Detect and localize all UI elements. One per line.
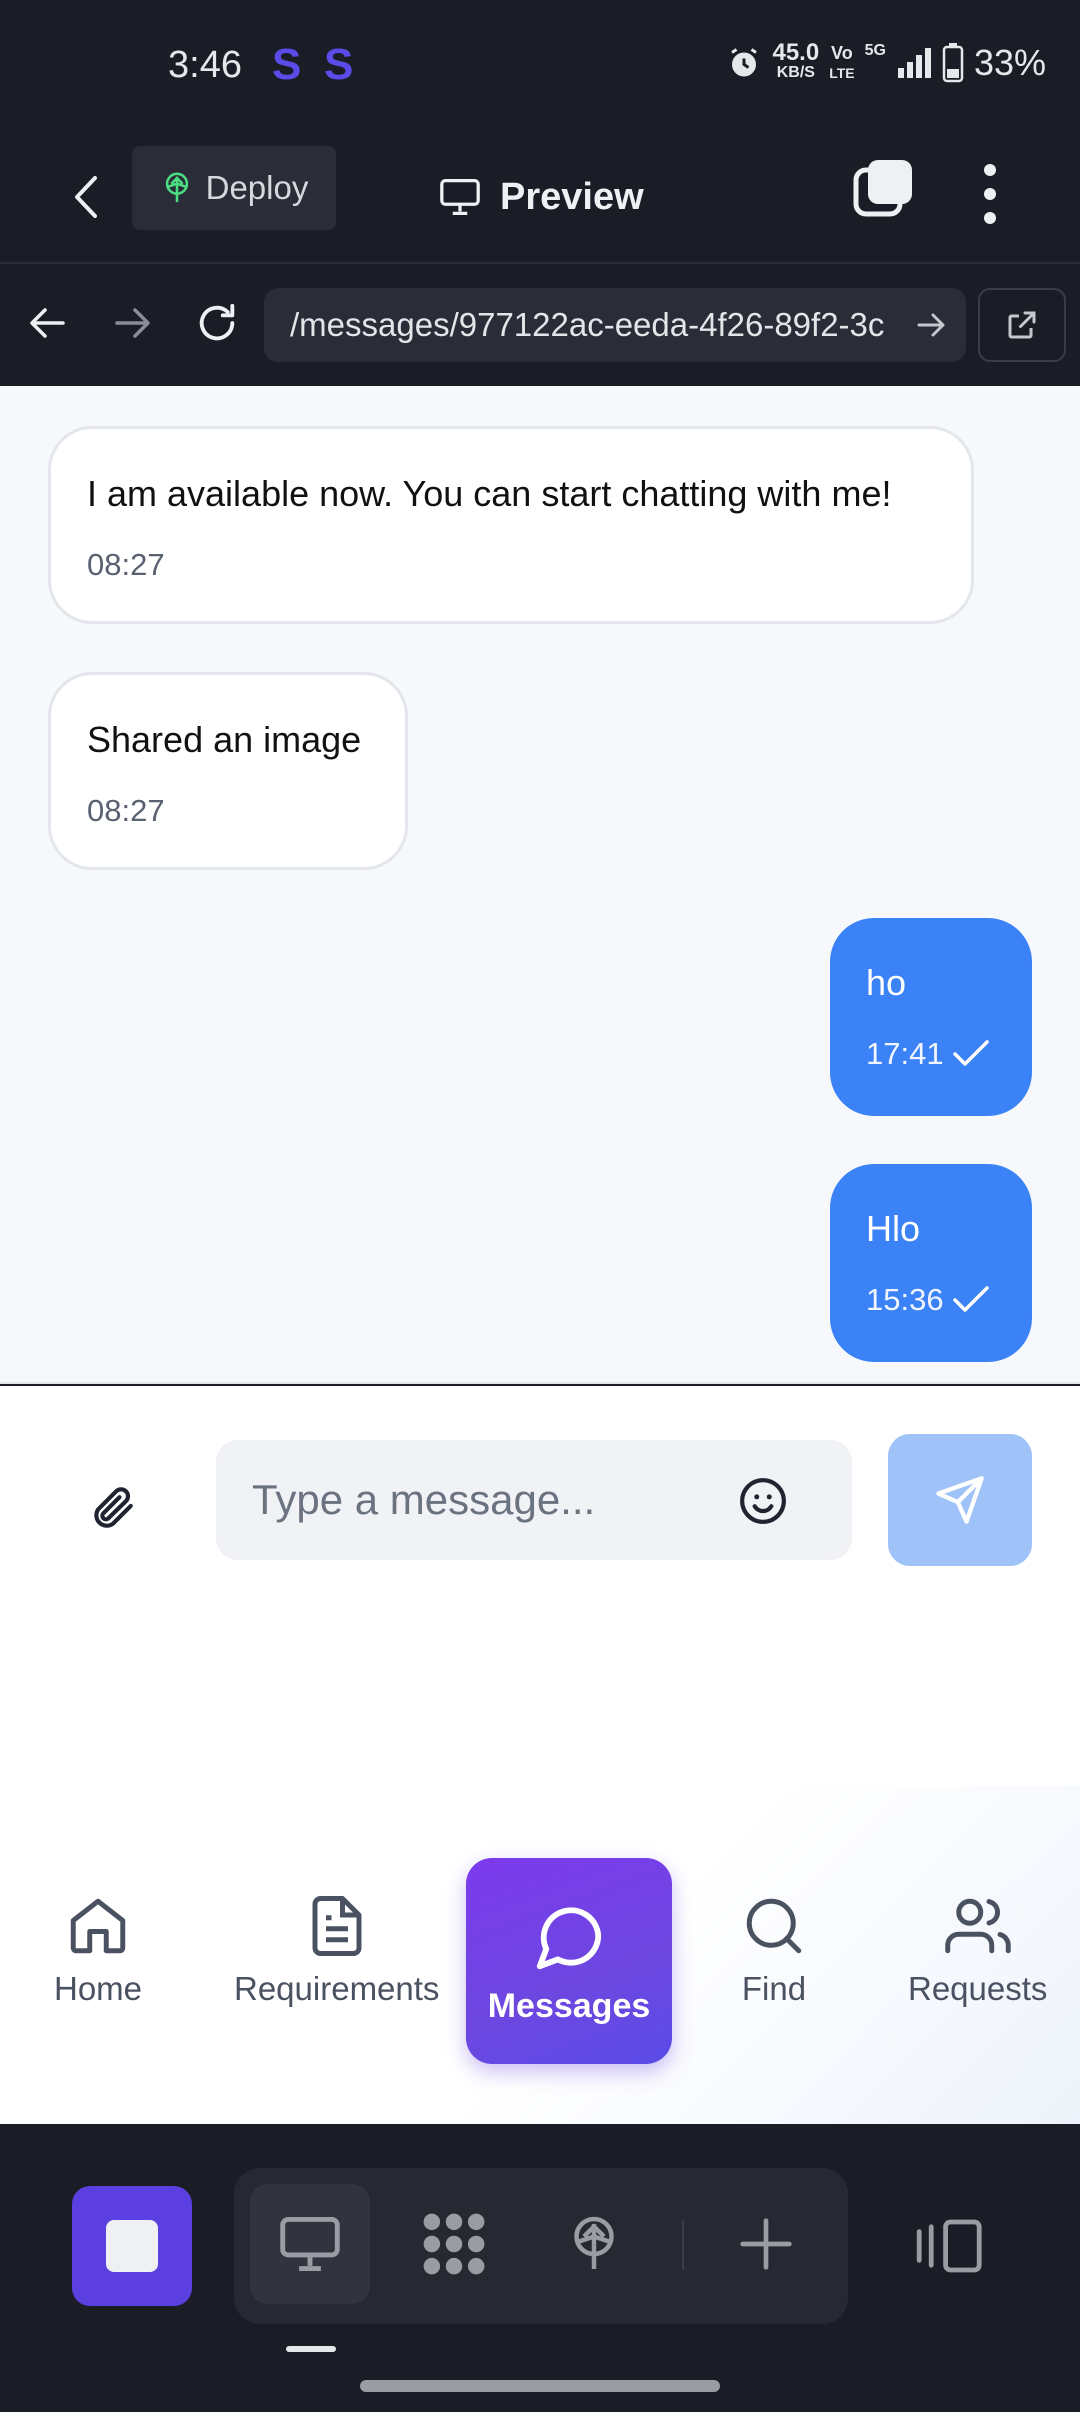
- preview-toggle[interactable]: Preview: [438, 160, 644, 234]
- status-time: 3:46: [168, 44, 242, 86]
- dock-toolbar: [234, 2168, 848, 2324]
- url-text: /messages/977122ac-eeda-4f26-89f2-3c: [290, 306, 885, 343]
- message-bubble-incoming: Shared an image 08:27: [48, 672, 408, 870]
- active-indicator: [286, 2346, 336, 2352]
- check-icon: [952, 1286, 989, 1312]
- reload-icon: [199, 303, 235, 341]
- more-dot-icon: [984, 212, 996, 224]
- document-icon: [312, 1896, 362, 1956]
- deploy-label: Deploy: [205, 169, 309, 206]
- message-bubble-outgoing: Hlo 15:36: [830, 1164, 1032, 1362]
- users-icon: [944, 1898, 1011, 1954]
- dock-panel-button[interactable]: [906, 2194, 990, 2298]
- dock-workspace-button[interactable]: [394, 2184, 514, 2304]
- network-speed: 45.0 KB/S: [772, 39, 820, 82]
- dock-add-button[interactable]: [706, 2184, 826, 2304]
- stop-icon: [106, 2220, 158, 2272]
- message-time: 08:27: [87, 547, 165, 582]
- message-list[interactable]: I am available now. You can start chatti…: [0, 386, 1080, 1384]
- browser-back-button[interactable]: [18, 294, 76, 352]
- tab-label: Requirements: [234, 1970, 440, 2007]
- url-field[interactable]: /messages/977122ac-eeda-4f26-89f2-3c: [264, 288, 966, 362]
- tab-label: Requests: [908, 1970, 1048, 2007]
- external-link-icon: [1008, 311, 1036, 339]
- alarm-icon: [731, 48, 758, 77]
- dock-deploy-button[interactable]: [534, 2184, 654, 2304]
- plus-icon: [740, 2218, 792, 2270]
- paperclip-icon: [94, 1487, 133, 1528]
- message-time: 08:27: [87, 793, 165, 828]
- preview-label: Preview: [500, 175, 644, 218]
- tab-label: Messages: [487, 1986, 651, 2025]
- message-bubble-outgoing: ho 17:41: [830, 918, 1032, 1116]
- attach-button[interactable]: [80, 1472, 144, 1544]
- tab-requirements[interactable]: Requirements: [234, 1890, 439, 2008]
- stop-button[interactable]: [72, 2186, 192, 2306]
- bottom-dock: [0, 2124, 1080, 2412]
- message-text: I am available now. You can start chatti…: [87, 473, 892, 514]
- battery-icon: [942, 43, 964, 83]
- home-icon: [70, 1898, 126, 1954]
- tabs-icon: [853, 160, 912, 217]
- signal-icon: [897, 48, 931, 78]
- message-composer: [0, 1386, 1080, 1786]
- bottom-tab-bar: Home Requirements Messages Find Requests: [0, 1786, 1080, 2124]
- reload-button[interactable]: [188, 294, 246, 352]
- tab-label: Home: [54, 1970, 143, 2007]
- volte-indicator: Vo LTE: [829, 43, 855, 81]
- chevron-left-icon: [75, 176, 97, 218]
- arrow-left-icon: [30, 308, 65, 338]
- tab-messages[interactable]: Messages: [466, 1858, 672, 2064]
- message-text: Hlo: [866, 1208, 921, 1249]
- tabs-button[interactable]: [852, 156, 916, 228]
- sidebar-panel-icon: [916, 2219, 982, 2273]
- monitor-icon: [280, 2217, 340, 2271]
- app-badge-icon: S: [272, 40, 302, 89]
- workspace-icon: [423, 2213, 485, 2275]
- chat-bubble-icon: [536, 1906, 602, 1969]
- more-dot-icon: [984, 188, 996, 200]
- tab-find[interactable]: Find: [738, 1890, 810, 2008]
- deploy-icon: [165, 172, 188, 203]
- send-icon: [936, 1476, 984, 1524]
- back-button[interactable]: [58, 162, 114, 232]
- check-icon: [952, 1040, 989, 1066]
- network-type: 5G: [864, 42, 886, 59]
- dock-divider: [682, 2220, 684, 2270]
- battery-level: 33%: [973, 42, 1046, 83]
- app-bar: Deploy Preview: [0, 132, 1080, 264]
- go-arrow-icon[interactable]: [916, 310, 948, 340]
- tab-label: Find: [741, 1970, 807, 2007]
- app-badge-icon: S: [324, 40, 354, 89]
- message-text: ho: [866, 962, 907, 1003]
- open-external-button[interactable]: [978, 288, 1066, 362]
- status-indicators: 45.0 KB/S Vo LTE 5G 33%: [726, 39, 1046, 84]
- arrow-right-icon: [115, 308, 150, 338]
- deploy-button[interactable]: Deploy: [132, 146, 336, 230]
- tab-home[interactable]: Home: [54, 1890, 142, 2008]
- send-button[interactable]: [888, 1434, 1032, 1566]
- home-indicator[interactable]: [360, 2380, 720, 2392]
- message-bubble-incoming: I am available now. You can start chatti…: [48, 426, 974, 624]
- message-time: 17:41: [866, 1036, 990, 1072]
- more-dot-icon: [984, 164, 996, 176]
- emoji-icon[interactable]: [738, 1476, 788, 1526]
- deploy-icon: [574, 2216, 614, 2269]
- browser-forward-button[interactable]: [104, 294, 162, 352]
- browser-nav-bar: /messages/977122ac-eeda-4f26-89f2-3c: [0, 264, 1080, 386]
- status-bar: 3:46 S S 45.0 KB/S Vo LTE 5G 33%: [0, 0, 1080, 132]
- tab-requests[interactable]: Requests: [908, 1890, 1047, 2008]
- dock-preview-button[interactable]: [250, 2184, 370, 2304]
- message-text: Shared an image: [87, 719, 362, 760]
- message-time: 15:36: [866, 1282, 990, 1318]
- more-options-button[interactable]: [968, 156, 1012, 232]
- monitor-icon: [440, 178, 480, 215]
- search-icon: [746, 1898, 802, 1954]
